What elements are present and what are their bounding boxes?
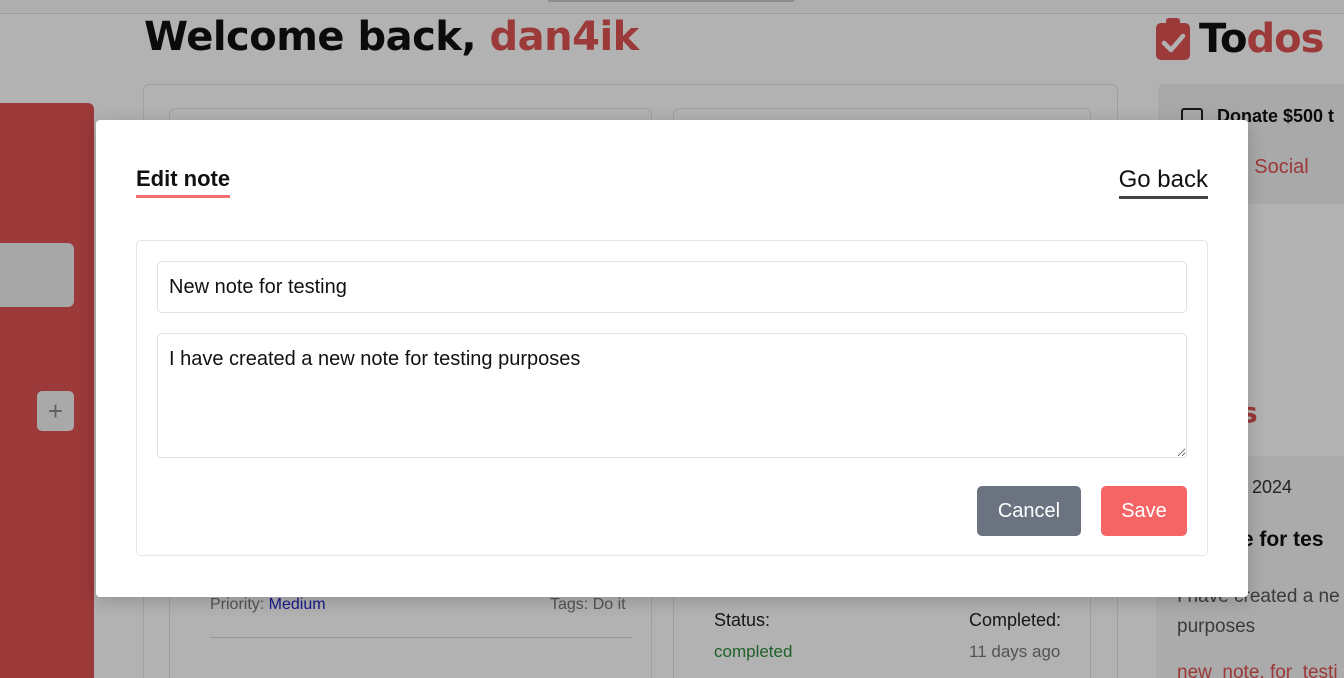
save-button[interactable]: Save <box>1101 486 1187 536</box>
go-back-link[interactable]: Go back <box>1118 166 1208 199</box>
cancel-button[interactable]: Cancel <box>977 486 1081 536</box>
modal-title: Edit note <box>136 166 231 198</box>
note-description-textarea[interactable]: I have created a new note for testing pu… <box>157 333 1187 458</box>
note-title-input[interactable] <box>157 261 1187 313</box>
edit-note-form: I have created a new note for testing pu… <box>136 240 1208 556</box>
edit-note-modal: Edit note Go back I have created a new n… <box>96 120 1248 597</box>
